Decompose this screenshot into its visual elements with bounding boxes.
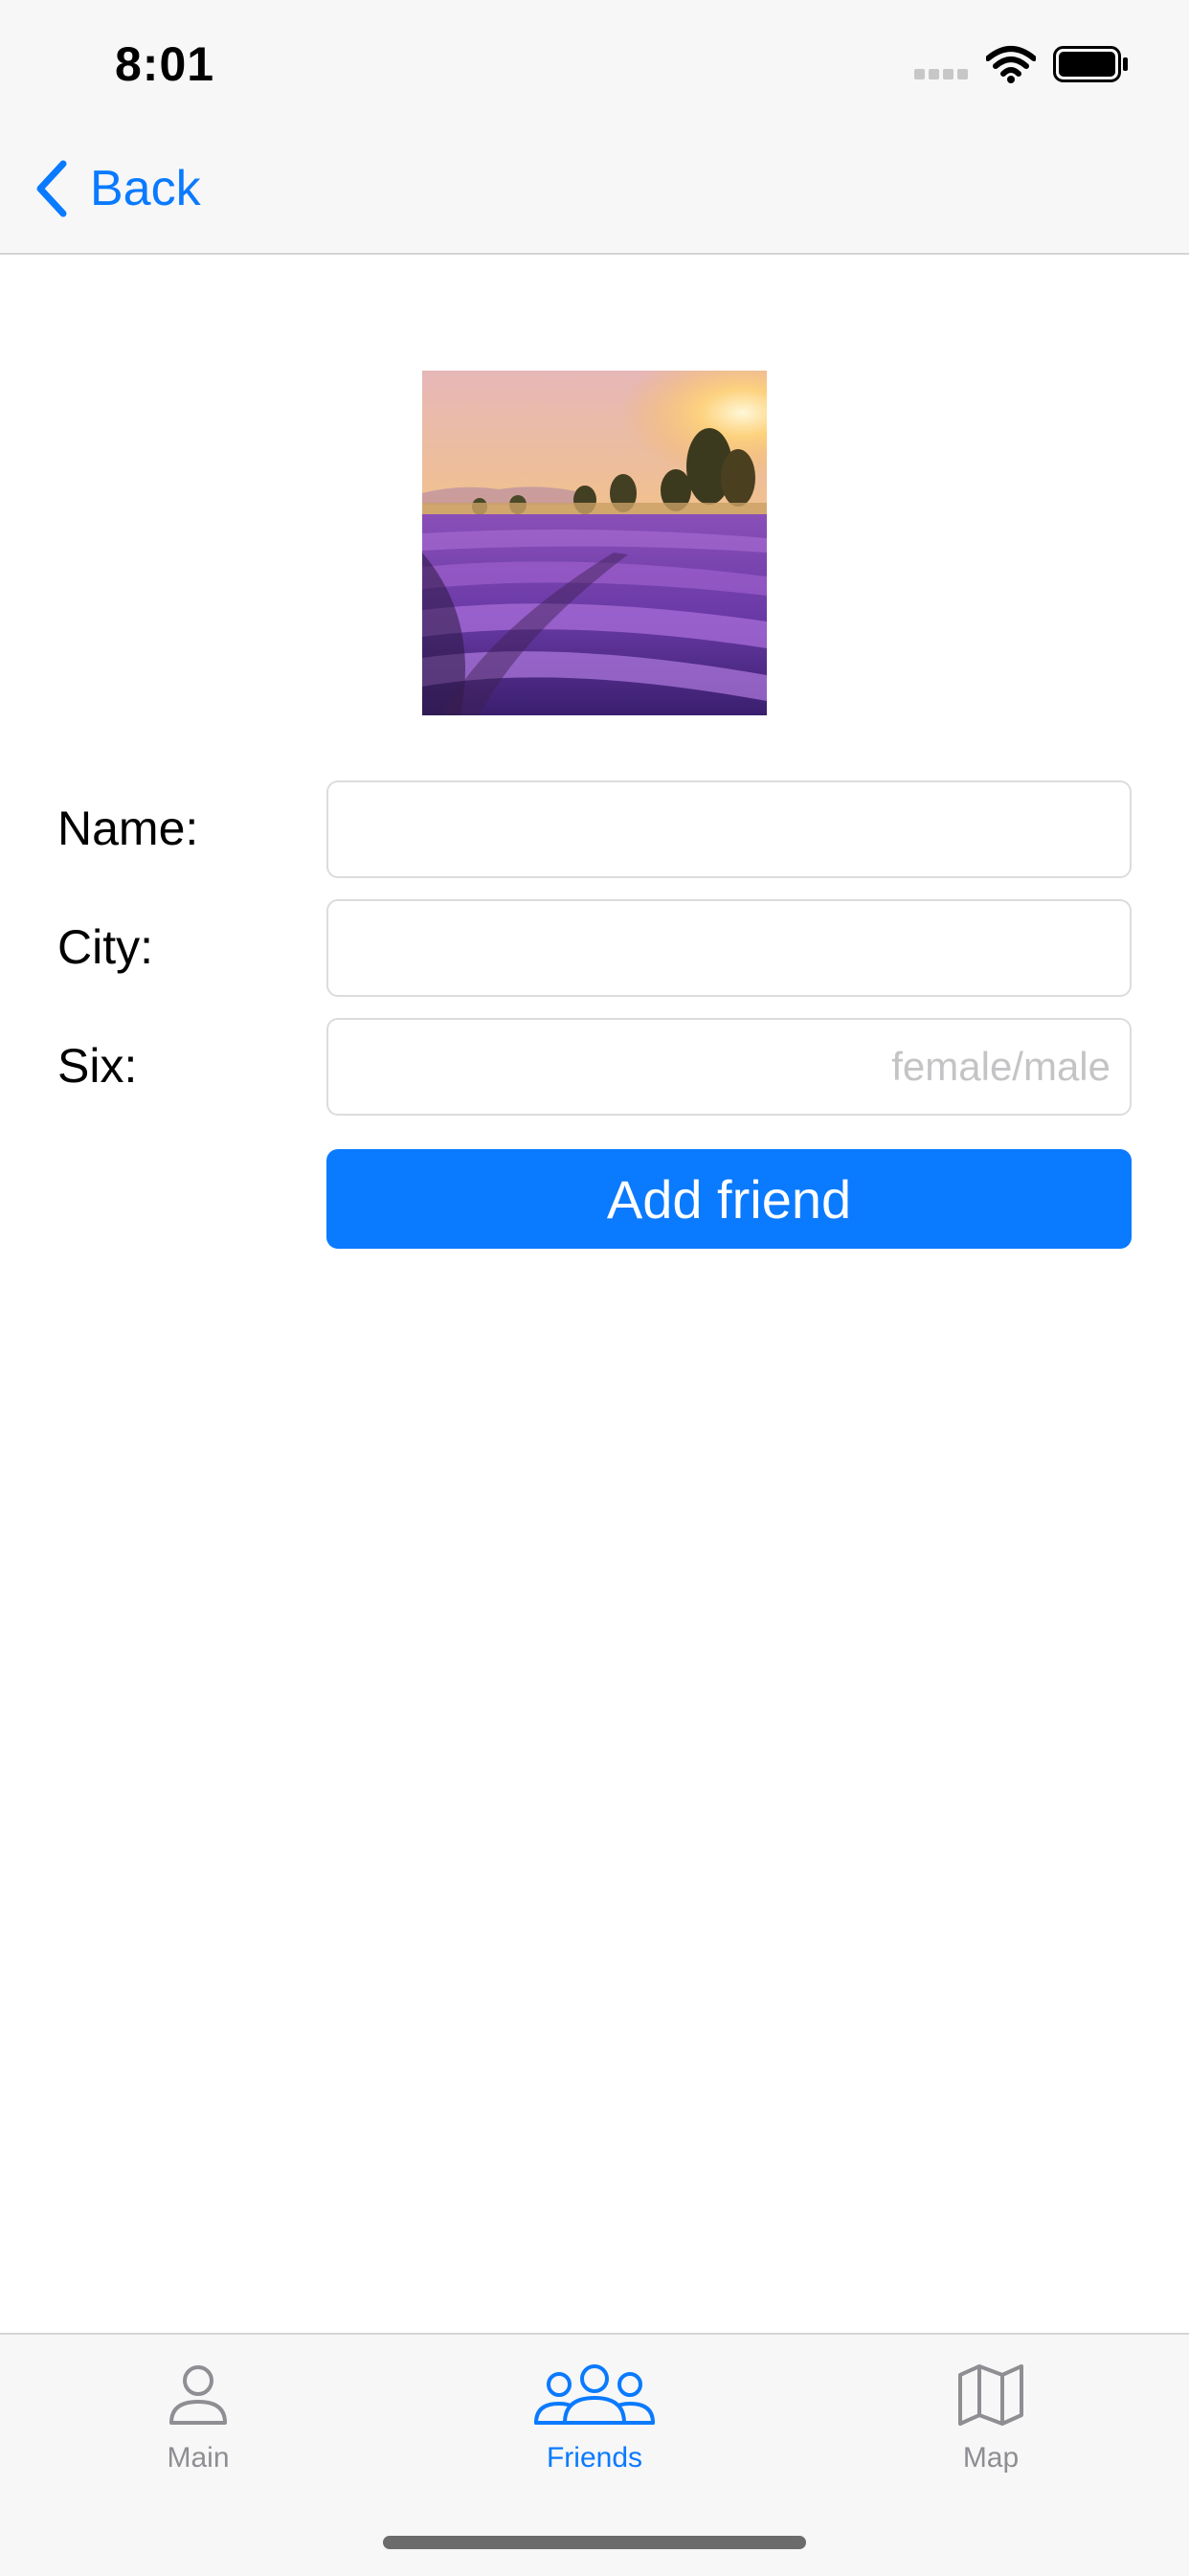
six-label: Six: xyxy=(57,1039,138,1093)
tab-main[interactable]: Main xyxy=(0,2335,396,2488)
chevron-left-icon xyxy=(36,160,67,217)
tab-friends-label: Friends xyxy=(546,2442,643,2474)
friend-photo xyxy=(422,371,767,715)
name-input[interactable] xyxy=(326,780,1132,878)
name-label: Name: xyxy=(57,802,199,855)
home-indicator[interactable] xyxy=(383,2536,806,2549)
tab-main-label: Main xyxy=(167,2442,230,2474)
status-time: 8:01 xyxy=(115,37,215,91)
back-button[interactable]: Back xyxy=(34,155,201,222)
add-friend-button[interactable]: Add friend xyxy=(326,1149,1132,1249)
six-input[interactable] xyxy=(326,1018,1132,1116)
tab-map-label: Map xyxy=(962,2442,1020,2474)
tab-friends[interactable]: Friends xyxy=(396,2335,793,2488)
city-input[interactable] xyxy=(326,899,1132,997)
battery-icon xyxy=(1053,46,1128,82)
map-icon xyxy=(958,2364,1023,2426)
lavender-field-image xyxy=(422,371,767,715)
tab-map[interactable]: Map xyxy=(793,2335,1189,2488)
person-icon xyxy=(169,2365,227,2425)
back-label: Back xyxy=(90,161,201,216)
status-bar: 8:01 xyxy=(0,0,1189,126)
navigation-bar: Back xyxy=(0,126,1189,255)
signal-dots-icon xyxy=(914,69,968,79)
wifi-icon xyxy=(986,46,1036,83)
people-group-icon xyxy=(534,2364,655,2425)
city-label: City: xyxy=(57,920,153,974)
